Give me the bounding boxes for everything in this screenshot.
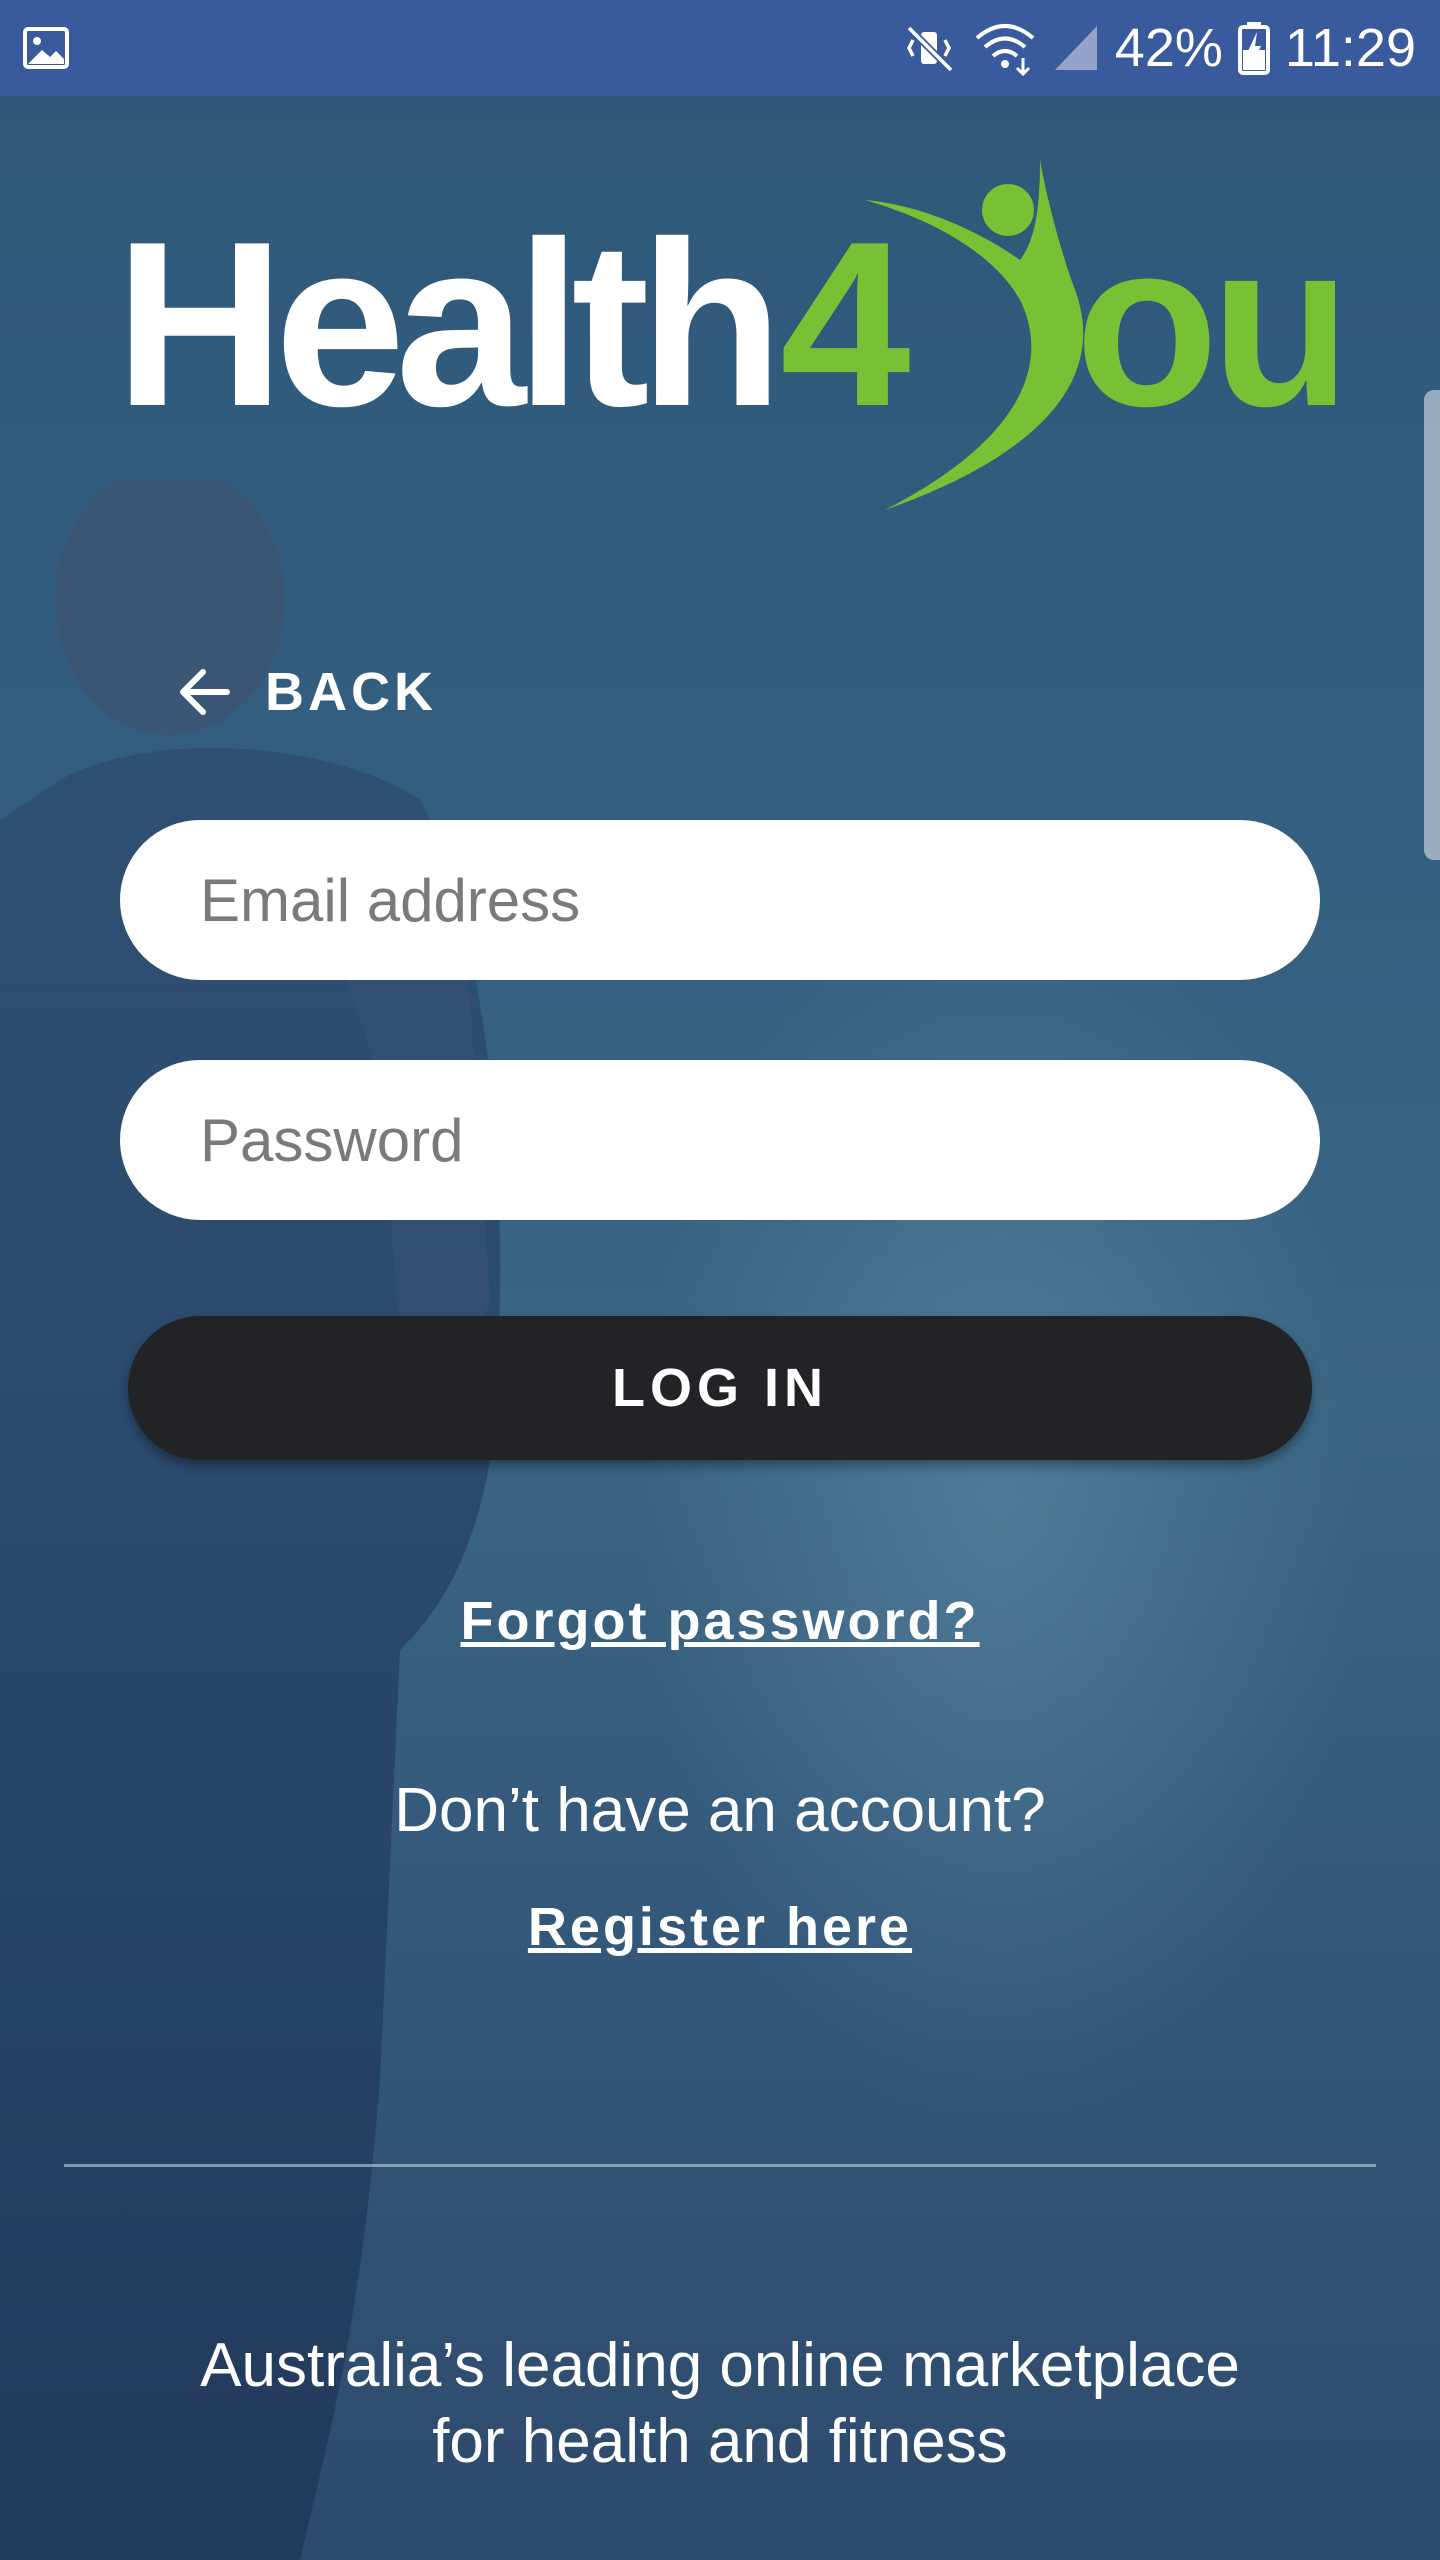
image-icon — [23, 27, 69, 69]
login-button[interactable]: LOG IN — [128, 1316, 1312, 1460]
back-label: BACK — [265, 662, 437, 722]
logo-digit-four: 4 — [780, 192, 911, 455]
clock: 11:29 — [1284, 18, 1416, 78]
password-field[interactable] — [120, 1060, 1320, 1220]
battery-percent: 42% — [1114, 18, 1223, 78]
email-field[interactable] — [120, 820, 1320, 980]
mute-vibrate-icon — [906, 25, 954, 73]
login-screen: 42% 11:29 Health 4 ou BACK LOG IN Forgot… — [0, 0, 1440, 2560]
status-bar: 42% 11:29 — [0, 0, 1440, 96]
forgot-password-link[interactable]: Forgot password? — [0, 1590, 1440, 1652]
status-icons: 42% 11:29 — [903, 0, 1416, 96]
scroll-indicator[interactable] — [1424, 390, 1440, 860]
arrow-left-icon — [180, 669, 230, 715]
logo-word-health: Health — [115, 192, 773, 455]
battery-charging-icon — [1237, 22, 1270, 75]
back-button[interactable]: BACK — [175, 652, 437, 732]
divider — [64, 2164, 1376, 2167]
logo-word-ou: ou — [1075, 192, 1335, 455]
wifi-icon — [975, 24, 1035, 76]
logo-figure-head — [982, 184, 1034, 236]
tagline-line-1: Australia’s leading online marketplace — [200, 2331, 1240, 2400]
no-account-text: Don’t have an account? — [394, 1776, 1046, 1845]
background-runner-image — [0, 480, 501, 2560]
signal-icon — [1054, 26, 1097, 70]
register-link[interactable]: Register here — [0, 1896, 1440, 1958]
health4you-logo: Health 4 ou — [115, 160, 1335, 510]
tagline: Australia’s leading online marketplace f… — [0, 2328, 1440, 2480]
tagline-line-2: for health and fitness — [432, 2407, 1008, 2476]
